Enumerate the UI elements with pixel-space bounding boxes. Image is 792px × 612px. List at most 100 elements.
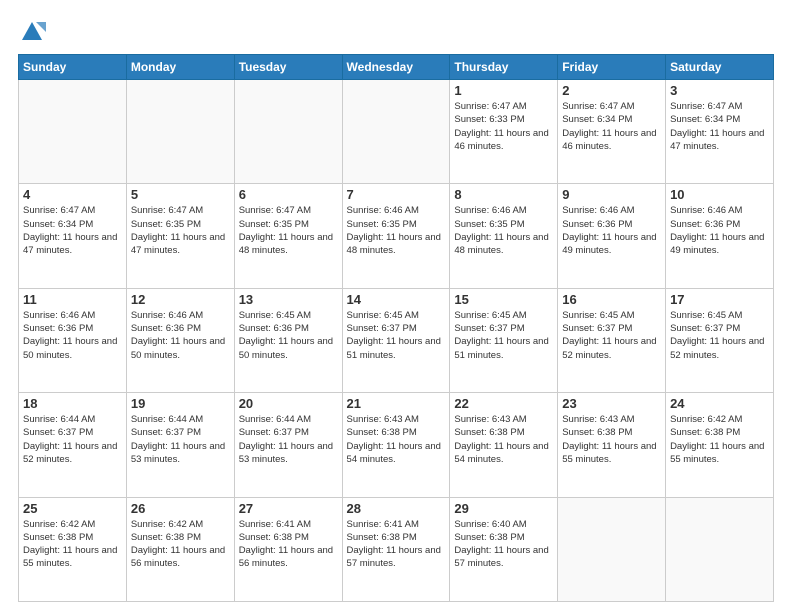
calendar-cell: 25 Sunrise: 6:42 AM Sunset: 6:38 PM Dayli… [19,497,127,601]
day-info: Sunrise: 6:42 AM Sunset: 6:38 PM Dayligh… [131,518,230,571]
calendar-cell: 8 Sunrise: 6:46 AM Sunset: 6:35 PM Daylig… [450,184,558,288]
calendar-cell [558,497,666,601]
calendar-cell: 7Sunrise: 6:46 AM Sunset: 6:35 PM Daylig… [342,184,450,288]
day-number: 4 [23,187,122,202]
day-info: Sunrise: 6:43 AM Sunset: 6:38 PM Dayligh… [454,413,553,466]
day-number: 5 [131,187,230,202]
day-info: Sunrise: 6:47 AM Sunset: 6:34 PM Dayligh… [562,100,661,153]
day-number: 26 [131,501,230,516]
day-info: Sunrise: 6:46 AM Sunset: 6:36 PM Dayligh… [562,204,661,257]
day-info: Sunrise: 6:43 AM Sunset: 6:38 PM Dayligh… [562,413,661,466]
header [18,18,774,46]
calendar-cell: 13Sunrise: 6:45 AM Sunset: 6:36 PM Dayli… [234,288,342,392]
calendar-cell [126,80,234,184]
calendar-cell: 9 Sunrise: 6:46 AM Sunset: 6:36 PM Daylig… [558,184,666,288]
day-info: Sunrise: 6:47 AM Sunset: 6:34 PM Dayligh… [670,100,769,153]
day-info: Sunrise: 6:46 AM Sunset: 6:35 PM Dayligh… [454,204,553,257]
calendar-cell: 24 Sunrise: 6:42 AM Sunset: 6:38 PM Dayli… [666,393,774,497]
calendar-cell: 22 Sunrise: 6:43 AM Sunset: 6:38 PM Dayli… [450,393,558,497]
day-number: 28 [347,501,446,516]
day-number: 24 [670,396,769,411]
page: SundayMondayTuesdayWednesdayThursdayFrid… [0,0,792,612]
logo-icon [18,18,46,46]
day-number: 12 [131,292,230,307]
day-number: 18 [23,396,122,411]
day-number: 15 [454,292,553,307]
calendar-cell: 29 Sunrise: 6:40 AM Sunset: 6:38 PM Dayli… [450,497,558,601]
calendar-week-row: 25 Sunrise: 6:42 AM Sunset: 6:38 PM Dayli… [19,497,774,601]
day-info: Sunrise: 6:45 AM Sunset: 6:37 PM Dayligh… [562,309,661,362]
calendar-cell: 16 Sunrise: 6:45 AM Sunset: 6:37 PM Dayli… [558,288,666,392]
day-info: Sunrise: 6:47 AM Sunset: 6:33 PM Dayligh… [454,100,553,153]
calendar-table: SundayMondayTuesdayWednesdayThursdayFrid… [18,54,774,602]
calendar-cell: 18 Sunrise: 6:44 AM Sunset: 6:37 PM Dayli… [19,393,127,497]
day-info: Sunrise: 6:42 AM Sunset: 6:38 PM Dayligh… [23,518,122,571]
calendar-cell: 6 Sunrise: 6:47 AM Sunset: 6:35 PM Daylig… [234,184,342,288]
calendar-week-row: 4 Sunrise: 6:47 AM Sunset: 6:34 PM Daylig… [19,184,774,288]
calendar-cell: 11 Sunrise: 6:46 AM Sunset: 6:36 PM Dayli… [19,288,127,392]
day-number: 20 [239,396,338,411]
day-number: 6 [239,187,338,202]
day-info: Sunrise: 6:46 AM Sunset: 6:36 PM Dayligh… [131,309,230,362]
calendar-day-header: Saturday [666,55,774,80]
day-info: Sunrise: 6:47 AM Sunset: 6:35 PM Dayligh… [131,204,230,257]
day-info: Sunrise: 6:40 AM Sunset: 6:38 PM Dayligh… [454,518,553,571]
calendar-cell [19,80,127,184]
calendar-cell: 28Sunrise: 6:41 AM Sunset: 6:38 PM Dayli… [342,497,450,601]
day-number: 29 [454,501,553,516]
calendar-cell [666,497,774,601]
day-info: Sunrise: 6:46 AM Sunset: 6:36 PM Dayligh… [23,309,122,362]
day-info: Sunrise: 6:44 AM Sunset: 6:37 PM Dayligh… [23,413,122,466]
day-info: Sunrise: 6:45 AM Sunset: 6:37 PM Dayligh… [670,309,769,362]
day-number: 10 [670,187,769,202]
calendar-cell: 26 Sunrise: 6:42 AM Sunset: 6:38 PM Dayli… [126,497,234,601]
day-info: Sunrise: 6:45 AM Sunset: 6:37 PM Dayligh… [454,309,553,362]
day-number: 17 [670,292,769,307]
calendar-cell: 1 Sunrise: 6:47 AM Sunset: 6:33 PM Daylig… [450,80,558,184]
calendar-day-header: Thursday [450,55,558,80]
day-info: Sunrise: 6:42 AM Sunset: 6:38 PM Dayligh… [670,413,769,466]
calendar-cell: 15 Sunrise: 6:45 AM Sunset: 6:37 PM Dayli… [450,288,558,392]
logo [18,18,50,46]
day-info: Sunrise: 6:43 AM Sunset: 6:38 PM Dayligh… [347,413,446,466]
calendar-cell: 10 Sunrise: 6:46 AM Sunset: 6:36 PM Dayli… [666,184,774,288]
day-info: Sunrise: 6:45 AM Sunset: 6:37 PM Dayligh… [347,309,446,362]
calendar-week-row: 1 Sunrise: 6:47 AM Sunset: 6:33 PM Daylig… [19,80,774,184]
day-number: 22 [454,396,553,411]
day-number: 3 [670,83,769,98]
calendar-header-row: SundayMondayTuesdayWednesdayThursdayFrid… [19,55,774,80]
calendar-cell: 17 Sunrise: 6:45 AM Sunset: 6:37 PM Dayli… [666,288,774,392]
day-number: 13 [239,292,338,307]
calendar-cell [234,80,342,184]
calendar-cell: 12 Sunrise: 6:46 AM Sunset: 6:36 PM Dayli… [126,288,234,392]
day-number: 25 [23,501,122,516]
day-number: 14 [347,292,446,307]
day-info: Sunrise: 6:47 AM Sunset: 6:34 PM Dayligh… [23,204,122,257]
calendar-cell: 5 Sunrise: 6:47 AM Sunset: 6:35 PM Daylig… [126,184,234,288]
day-info: Sunrise: 6:44 AM Sunset: 6:37 PM Dayligh… [239,413,338,466]
calendar-day-header: Friday [558,55,666,80]
day-number: 2 [562,83,661,98]
calendar-cell: 14 Sunrise: 6:45 AM Sunset: 6:37 PM Dayli… [342,288,450,392]
calendar-week-row: 11 Sunrise: 6:46 AM Sunset: 6:36 PM Dayli… [19,288,774,392]
day-number: 27 [239,501,338,516]
day-number: 21 [347,396,446,411]
day-number: 1 [454,83,553,98]
day-info: Sunrise: 6:44 AM Sunset: 6:37 PM Dayligh… [131,413,230,466]
calendar-day-header: Tuesday [234,55,342,80]
day-number: 9 [562,187,661,202]
calendar-cell [342,80,450,184]
day-number: 8 [454,187,553,202]
day-info: Sunrise: 6:46 AM Sunset: 6:36 PM Dayligh… [670,204,769,257]
calendar-cell: 20 Sunrise: 6:44 AM Sunset: 6:37 PM Dayli… [234,393,342,497]
calendar-day-header: Sunday [19,55,127,80]
calendar-day-header: Monday [126,55,234,80]
day-info: Sunrise: 6:47 AM Sunset: 6:35 PM Dayligh… [239,204,338,257]
day-number: 23 [562,396,661,411]
day-number: 11 [23,292,122,307]
calendar-cell: 3 Sunrise: 6:47 AM Sunset: 6:34 PM Daylig… [666,80,774,184]
day-info: Sunrise: 6:41 AM Sunset: 6:38 PM Dayligh… [239,518,338,571]
day-info: Sunrise: 6:46 AM Sunset: 6:35 PM Dayligh… [347,204,446,257]
calendar-cell: 4 Sunrise: 6:47 AM Sunset: 6:34 PM Daylig… [19,184,127,288]
day-number: 16 [562,292,661,307]
